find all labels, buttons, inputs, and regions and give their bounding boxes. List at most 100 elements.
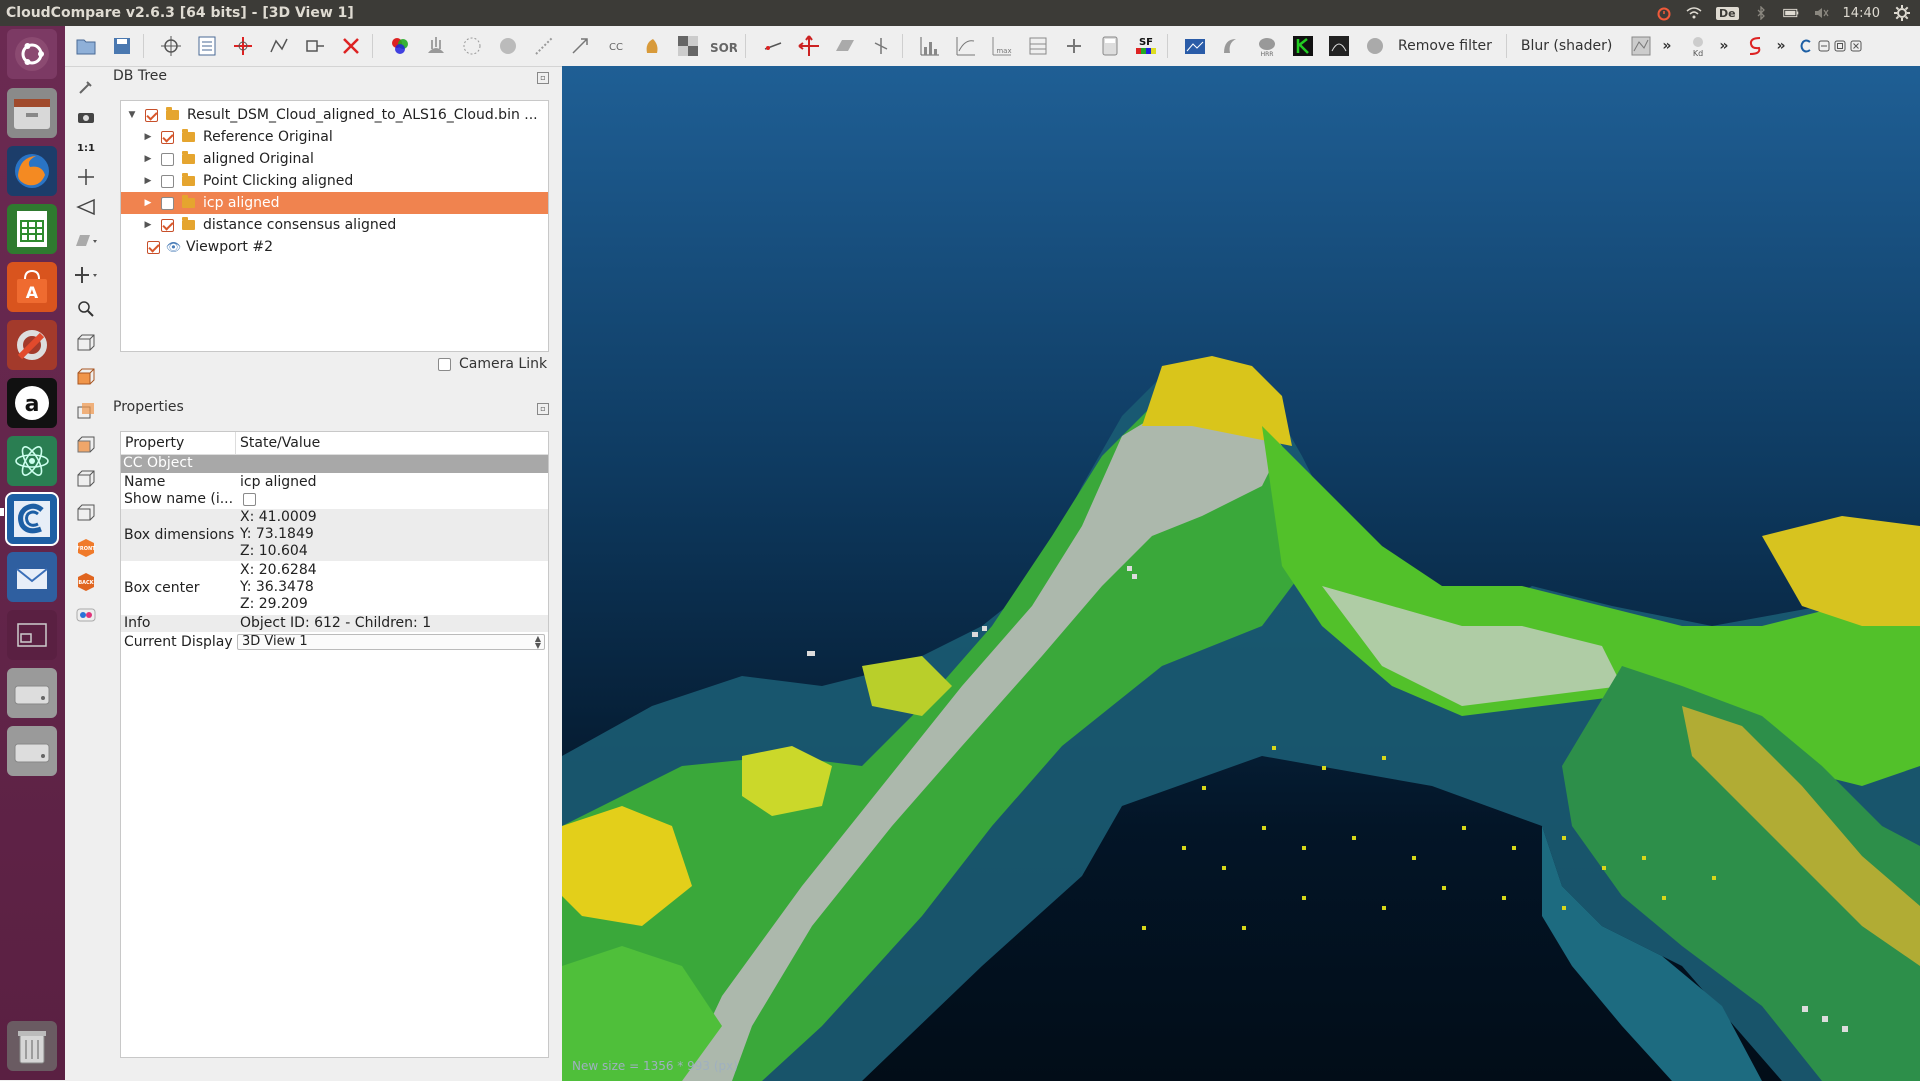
tree-item-viewport[interactable]: 👁 Viewport #2 [121,236,548,258]
tree-item-reference-original[interactable]: ▶ Reference Original [121,126,548,148]
view-back-3d-icon[interactable]: BACK [73,568,99,594]
clock[interactable]: 14:40 [1843,6,1880,21]
interaction-mode-dropdown-icon[interactable] [73,262,99,288]
zoom-icon[interactable] [73,296,99,322]
sf-filter-icon[interactable] [1023,31,1053,61]
save-icon[interactable] [107,31,137,61]
s-curve-icon[interactable] [1740,31,1770,61]
expand-arrow-icon[interactable]: ▶ [143,220,153,230]
expand-arrow-icon[interactable]: ▼ [127,110,137,120]
k-plugin-icon[interactable] [1288,31,1318,61]
keyboard-layout-indicator[interactable]: De [1715,6,1739,20]
view-top-icon[interactable] [73,364,99,390]
column-header-property[interactable]: Property [125,435,184,451]
more-toolbar-chevron[interactable]: » [1656,38,1677,54]
blur-shader-button[interactable]: Blur (shader) [1513,38,1621,54]
cloud-cloud-distance-icon[interactable]: CC [601,31,631,61]
register-icon[interactable] [565,31,595,61]
tree-item-root[interactable]: ▼ Result_DSM_Cloud_aligned_to_ALS16_Clou… [121,104,548,126]
more-toolbar-chevron-3[interactable]: » [1770,38,1791,54]
crosshair-icon[interactable] [73,164,99,190]
polyline-icon[interactable] [264,31,294,61]
dbtree-float-button[interactable]: ▫ [537,72,549,84]
atom-icon[interactable] [7,436,57,486]
software-center-icon[interactable]: A [7,262,57,312]
tree-item-checkbox[interactable] [147,240,160,254]
sf-arithmetic-icon[interactable] [1095,31,1125,61]
thunderbird-icon[interactable] [7,552,57,602]
rgb-icon[interactable] [385,31,415,61]
close-window-icon[interactable] [1849,31,1863,61]
tree-item-distance-consensus-aligned[interactable]: ▶ distance consensus aligned [121,214,548,236]
screenshot-icon[interactable] [1180,31,1210,61]
trash-icon[interactable] [7,1021,57,1071]
system-settings-icon[interactable] [7,320,57,370]
checkerboard-icon[interactable] [673,31,703,61]
expand-arrow-icon[interactable]: ▶ [143,154,153,164]
gear-icon[interactable] [1894,5,1910,21]
list-icon[interactable] [192,31,222,61]
tree-item-checkbox[interactable] [161,218,174,232]
bluetooth-icon[interactable] [1753,6,1769,20]
more-toolbar-chevron-2[interactable]: » [1713,38,1734,54]
camera-link-checkbox[interactable] [438,357,451,371]
view-iso-icon[interactable] [73,330,99,356]
perspective-icon[interactable] [73,194,99,220]
volume-icon[interactable] [1813,6,1829,20]
show-name-checkbox[interactable] [243,493,256,506]
open-icon[interactable] [71,31,101,61]
camera-icon[interactable] [73,104,99,130]
amazon-icon[interactable]: a [7,378,57,428]
stereo-icon[interactable] [73,602,99,628]
primitive-icon[interactable] [637,31,667,61]
sor-filter-icon[interactable]: SOR [709,31,739,61]
camera-link-toggle[interactable]: Camera Link [438,356,547,372]
segment-icon[interactable] [758,31,788,61]
column-header-value[interactable]: State/Value [240,435,320,451]
view-left-icon[interactable] [73,432,99,458]
minimize-window-icon[interactable] [1817,31,1831,61]
tree-item-aligned-original[interactable]: ▶ aligned Original [121,148,548,170]
view-right-icon[interactable] [73,500,99,526]
expand-arrow-icon[interactable]: ▶ [143,198,153,208]
pick-rotation-center-icon[interactable] [73,74,99,100]
add-point-icon[interactable] [228,31,258,61]
histogram-icon[interactable] [915,31,945,61]
properties-float-button[interactable]: ▫ [537,403,549,415]
current-display-select[interactable]: 3D View 1 ▲ ▼ [237,634,545,650]
remove-filter-button[interactable]: Remove filter [1390,38,1500,54]
hrrc-icon[interactable]: HRR [1252,31,1282,61]
drive-2-icon[interactable] [7,726,57,776]
expand-arrow-icon[interactable]: ▶ [143,176,153,186]
translate-rotate-icon[interactable] [794,31,824,61]
tree-item-checkbox[interactable] [145,108,158,122]
tree-item-checkbox[interactable] [161,174,174,188]
sphere-icon[interactable] [1360,31,1390,61]
measure-icon[interactable] [300,31,330,61]
shader-settings-icon[interactable] [1626,31,1656,61]
plane-icon[interactable] [830,31,860,61]
tree-item-checkbox[interactable] [161,130,174,144]
point-picking-icon[interactable] [156,31,186,61]
mesh-icon[interactable] [493,31,523,61]
tree-item-point-clicking-aligned[interactable]: ▶ Point Clicking aligned [121,170,548,192]
lighting-dropdown-icon[interactable] [73,228,99,254]
delete-icon[interactable] [336,31,366,61]
cloudcompare-icon[interactable] [5,492,59,546]
add-sf-icon[interactable] [1059,31,1089,61]
workspaces-icon[interactable] [7,610,57,660]
eye-dome-icon[interactable] [1324,31,1354,61]
view-front-icon[interactable] [73,398,99,424]
firefox-icon[interactable] [7,146,57,196]
ubuntu-dash-icon[interactable] [7,29,57,79]
sample-icon[interactable] [457,31,487,61]
tree-item-icp-aligned[interactable]: ▶ icp aligned [121,192,548,214]
tree-item-checkbox[interactable] [161,152,174,166]
ssao-icon[interactable] [1216,31,1246,61]
sf-color-scale-icon[interactable]: SF [1131,31,1161,61]
property-value-name[interactable]: icp aligned [240,474,317,491]
alarm-clock-icon[interactable] [1656,6,1672,21]
expand-arrow-icon[interactable]: ▶ [143,132,153,142]
zoom-1-1-icon[interactable]: 1:1 [73,134,99,160]
wifi-icon[interactable] [1686,6,1702,20]
